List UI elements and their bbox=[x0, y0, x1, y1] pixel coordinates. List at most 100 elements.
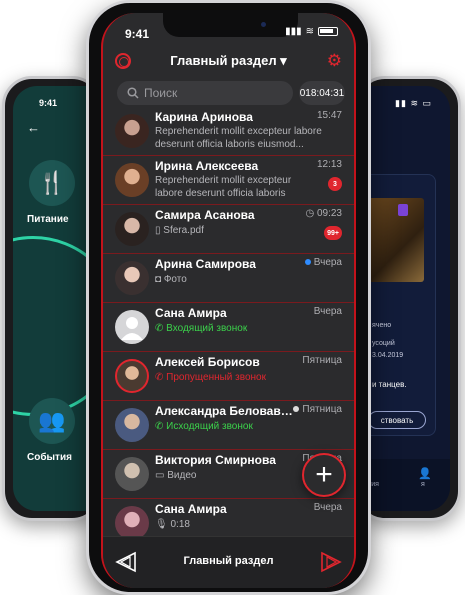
chat-preview-text: Фото bbox=[163, 274, 187, 285]
avatar bbox=[115, 359, 149, 393]
battery-icon bbox=[318, 27, 338, 36]
chat-name: Сана Амира bbox=[155, 306, 227, 320]
chat-time: 12:13 bbox=[316, 159, 342, 170]
chat-row[interactable]: Алексей Борисов Пятница ✆ Пропущенный зв… bbox=[103, 352, 354, 401]
left-item-label-food: Питание bbox=[27, 214, 69, 225]
online-dot bbox=[293, 406, 300, 413]
chat-name: Виктория Смирнова bbox=[155, 453, 276, 467]
chat-name: Самира Асанова bbox=[155, 208, 255, 222]
chat-preview-text: Пропущенный звонок bbox=[166, 372, 266, 383]
chat-name: Карина Аринова bbox=[155, 110, 253, 124]
search-input[interactable] bbox=[144, 86, 274, 100]
chat-list-screen: 9:41 ▮▮▮ ≋ Главный раздел ▾ ⚙ 018:04:31 bbox=[101, 13, 356, 588]
missed-call-icon: ✆ bbox=[155, 372, 167, 383]
avatar bbox=[115, 457, 149, 491]
right-text-line: и танцев. bbox=[372, 380, 407, 389]
camera bbox=[261, 22, 266, 27]
chat-time-value: 09:23 bbox=[316, 208, 342, 219]
chat-time: Вчера bbox=[313, 306, 342, 317]
right-status-icons: ▮▮ ≋ ▭ bbox=[395, 98, 432, 108]
avatar bbox=[115, 114, 149, 148]
avatar bbox=[115, 163, 149, 197]
chat-name: Ирина Алексеева bbox=[155, 159, 259, 173]
online-dot bbox=[304, 259, 311, 266]
chat-preview-text: Исходящий звонок bbox=[166, 421, 253, 432]
user-silhouette-icon bbox=[121, 317, 143, 340]
notch bbox=[163, 13, 298, 37]
clock-icon: ◷ bbox=[305, 208, 317, 219]
event-photo bbox=[368, 198, 424, 282]
chat-preview: ◘ Фото bbox=[155, 273, 327, 286]
profile-icon[interactable]: 👤 bbox=[418, 467, 432, 480]
gear-icon[interactable]: ⚙ bbox=[327, 51, 342, 71]
back-arrow-icon[interactable]: ← bbox=[27, 120, 40, 135]
search-icon bbox=[127, 87, 139, 99]
chat-row[interactable]: Карина Аринова 15:47 Reprehenderit molli… bbox=[103, 107, 354, 156]
chat-time: ◷ 09:23 bbox=[305, 208, 342, 219]
chat-preview-text: Входящий звонок bbox=[166, 323, 248, 334]
cutlery-icon[interactable]: 🍴 bbox=[29, 160, 75, 206]
participate-button[interactable]: ствовать bbox=[368, 411, 426, 429]
chat-time: Вчера bbox=[313, 502, 342, 513]
right-text-line: ячено bbox=[372, 322, 392, 329]
chat-time: 15:47 bbox=[316, 110, 342, 121]
bookmark-icon[interactable] bbox=[398, 204, 408, 216]
chat-name: Алексей Борисов bbox=[155, 355, 260, 369]
avatar bbox=[115, 212, 149, 246]
chat-row[interactable]: Александра Беловавио... Пятница ✆ Исходя… bbox=[103, 401, 354, 450]
chat-name: Арина Самирова bbox=[155, 257, 256, 271]
unread-count-badge: 99+ bbox=[324, 226, 342, 240]
right-nav-tab-profile[interactable]: я bbox=[421, 481, 425, 488]
search-bar[interactable] bbox=[117, 81, 293, 105]
chat-preview: Reprehenderit mollit excepteur labore de… bbox=[155, 126, 322, 150]
avatar bbox=[115, 408, 149, 442]
chat-row[interactable]: Сана Амира Вчера ✆ Входящий звонок bbox=[103, 303, 354, 352]
camera-icon: ◘ bbox=[155, 274, 164, 285]
left-status-time: 9:41 bbox=[39, 98, 58, 108]
wifi-icon: ≋ bbox=[305, 26, 314, 37]
chat-name: Сана Амира bbox=[155, 502, 227, 516]
chat-preview-text: 0:18 bbox=[170, 519, 190, 530]
unread-count-badge: 3 bbox=[328, 177, 342, 191]
right-text-line: усоций bbox=[372, 340, 395, 347]
people-icon[interactable]: 👥 bbox=[29, 398, 75, 444]
status-time: 9:41 bbox=[125, 27, 150, 41]
video-icon: ▭ bbox=[155, 470, 168, 481]
header: Главный раздел ▾ ⚙ bbox=[103, 51, 354, 79]
chat-time: Пятница bbox=[302, 355, 342, 366]
left-item-label-events: События bbox=[27, 452, 72, 463]
bottom-bar-title: Главный раздел bbox=[183, 555, 274, 567]
chat-preview: ✆ Исходящий звонок bbox=[155, 420, 327, 433]
app-showcase: 9:41 ← 🍴 Питание 👥 События ▮▮ ≋ ▭ ячено … bbox=[0, 0, 465, 595]
chat-name: Александра Беловавио... bbox=[155, 404, 295, 418]
right-bottom-nav: тия 👤 я bbox=[358, 459, 450, 511]
signal-icon: ▮▮▮ bbox=[285, 26, 302, 37]
next-triangle-icon[interactable] bbox=[320, 551, 342, 573]
chat-time-value: Вчера bbox=[313, 257, 342, 268]
chat-preview: 🎙︎ 0:18 bbox=[155, 518, 327, 531]
section-title-dropdown[interactable]: Главный раздел ▾ bbox=[103, 53, 354, 69]
chat-preview: ▯ Sfera.pdf bbox=[155, 224, 327, 237]
chat-preview-text: Sfera.pdf bbox=[163, 225, 204, 236]
chat-preview-text: Видео bbox=[167, 470, 197, 481]
chat-time: Пятница bbox=[293, 404, 342, 415]
avatar-placeholder bbox=[115, 310, 149, 344]
chat-row[interactable]: Ирина Алексеева 12:13 Reprehenderit moll… bbox=[103, 156, 354, 205]
timer-badge[interactable]: 018:04:31 bbox=[299, 81, 345, 105]
avatar bbox=[115, 506, 149, 540]
main-phone: 9:41 ▮▮▮ ≋ Главный раздел ▾ ⚙ 018:04:31 bbox=[86, 0, 371, 595]
avatar bbox=[115, 261, 149, 295]
status-icons: ▮▮▮ ≋ bbox=[285, 26, 338, 37]
chat-row[interactable]: Арина Самирова Вчера ◘ Фото bbox=[103, 254, 354, 303]
bottom-bar: Главный раздел bbox=[103, 536, 354, 588]
right-text-line: 3.04.2019 bbox=[372, 352, 404, 359]
chat-preview: ✆ Пропущенный звонок bbox=[155, 371, 327, 384]
chat-preview: ✆ Входящий звонок bbox=[155, 322, 327, 335]
outgoing-call-icon: ✆ bbox=[155, 421, 167, 432]
right-phone-screen: ▮▮ ≋ ▭ ячено усоций 3.04.2019 и танцев. … bbox=[358, 86, 450, 511]
microphone-icon: 🎙︎ bbox=[155, 519, 171, 530]
chat-time-value: Пятница bbox=[302, 404, 342, 415]
chat-time: Вчера bbox=[304, 257, 342, 268]
chat-row[interactable]: Самира Асанова ◷ 09:23 ▯ Sfera.pdf 99+ bbox=[103, 205, 354, 254]
new-chat-plus-button[interactable]: + bbox=[302, 453, 346, 497]
